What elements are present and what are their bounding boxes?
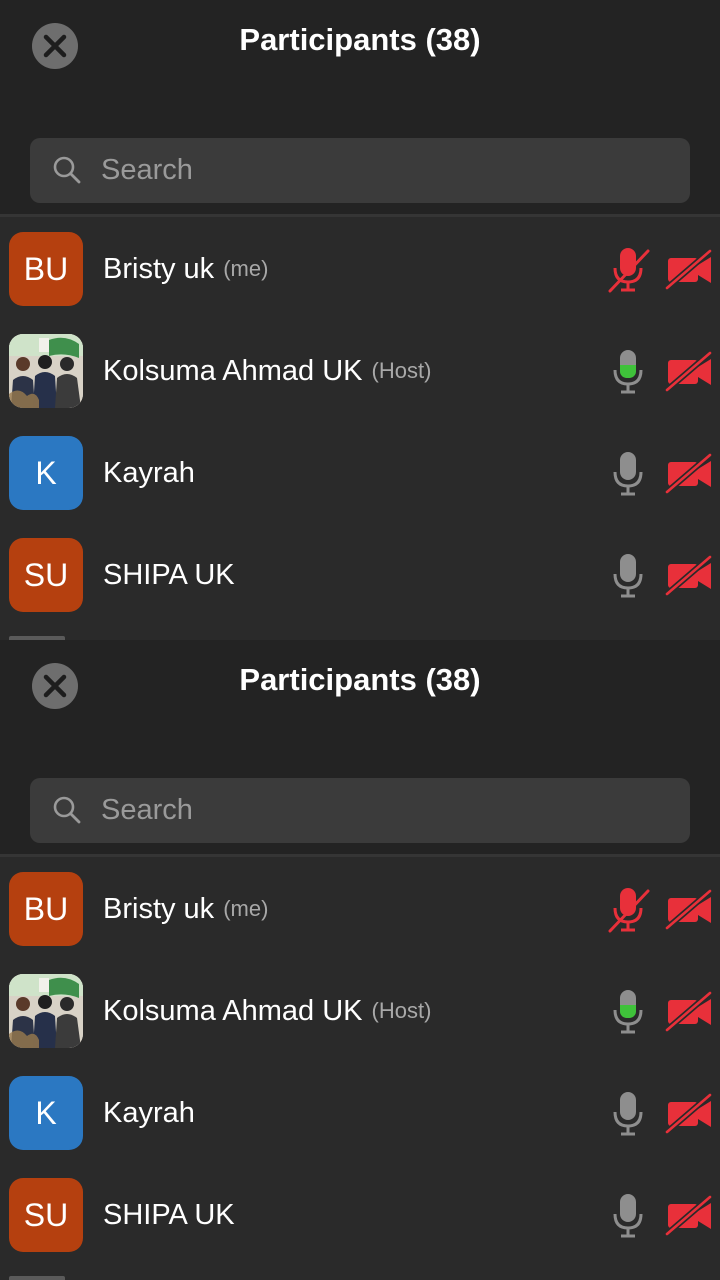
participant-row[interactable]: Kolsuma Ahmad UK (Host)	[0, 960, 720, 1062]
participant-row[interactable]: K Kayrah	[0, 422, 720, 524]
participant-role-tag: (me)	[223, 896, 269, 921]
search-bar[interactable]	[30, 138, 690, 203]
avatar	[9, 974, 83, 1048]
avatar: K	[9, 1076, 83, 1150]
participant-name-group: Kayrah	[103, 1062, 195, 1164]
participant-name-group: Kolsuma Ahmad UK (Host)	[103, 320, 431, 422]
avatar-initials: K	[35, 454, 57, 491]
camera-off-icon[interactable]	[664, 990, 714, 1032]
participants-panel: Participants (38) BU Bristy uk (me) Kolsuma…	[0, 0, 720, 640]
avatar-initials: BU	[23, 890, 69, 927]
participant-name: Kayrah	[103, 456, 195, 489]
mic-muted-icon[interactable]	[606, 885, 650, 933]
camera-off-icon[interactable]	[664, 248, 714, 290]
participant-role-tag: (Host)	[371, 358, 432, 383]
mic-icon[interactable]	[606, 449, 650, 497]
avatar	[9, 334, 83, 408]
search-icon	[53, 156, 81, 184]
participant-name: Kolsuma Ahmad UK	[103, 994, 363, 1027]
mic-icon[interactable]	[606, 987, 650, 1035]
avatar: BU	[9, 872, 83, 946]
next-avatar-peek	[9, 1276, 65, 1280]
avatar-photo	[9, 334, 83, 408]
participant-list: BU Bristy uk (me) Kolsuma Ahmad UK (Host) K Ka…	[0, 218, 720, 626]
participant-name-group: SHIPA UK	[103, 524, 235, 626]
participant-row[interactable]: Kolsuma Ahmad UK (Host)	[0, 320, 720, 422]
participant-name-group: Bristy uk (me)	[103, 858, 268, 960]
mic-icon[interactable]	[606, 1191, 650, 1239]
search-input[interactable]	[101, 778, 661, 843]
camera-off-icon[interactable]	[664, 452, 714, 494]
mic-icon[interactable]	[606, 1089, 650, 1137]
participant-role-tag: (Host)	[371, 998, 432, 1023]
participant-row[interactable]: SU SHIPA UK	[0, 1164, 720, 1266]
avatar-initials: K	[35, 1094, 57, 1131]
panel-header: Participants (38)	[0, 0, 720, 216]
panel-header: Participants (38)	[0, 640, 720, 856]
mic-icon[interactable]	[606, 551, 650, 599]
page-title: Participants (38)	[239, 662, 481, 697]
participant-row[interactable]: BU Bristy uk (me)	[0, 858, 720, 960]
mic-muted-icon[interactable]	[606, 245, 650, 293]
participant-row[interactable]: K Kayrah	[0, 1062, 720, 1164]
mic-icon[interactable]	[606, 347, 650, 395]
participant-name: SHIPA UK	[103, 558, 235, 591]
participant-name: Kolsuma Ahmad UK	[103, 354, 363, 387]
avatar: SU	[9, 1178, 83, 1252]
camera-off-icon[interactable]	[664, 1194, 714, 1236]
participant-name-group: Bristy uk (me)	[103, 218, 268, 320]
participant-name: Bristy uk	[103, 252, 215, 285]
avatar-initials: SU	[23, 556, 69, 593]
search-icon	[53, 796, 81, 824]
camera-off-icon[interactable]	[664, 350, 714, 392]
app-root: Participants (38) BU Bristy uk (me) Kolsuma…	[0, 0, 720, 1280]
divider	[0, 854, 720, 857]
avatar: BU	[9, 232, 83, 306]
participant-row[interactable]: BU Bristy uk (me)	[0, 218, 720, 320]
avatar-initials: SU	[23, 1196, 69, 1233]
camera-off-icon[interactable]	[664, 554, 714, 596]
avatar-initials: BU	[23, 250, 69, 287]
search-input[interactable]	[101, 138, 661, 203]
avatar: K	[9, 436, 83, 510]
participant-row[interactable]: SU SHIPA UK	[0, 524, 720, 626]
participant-name-group: Kolsuma Ahmad UK (Host)	[103, 960, 431, 1062]
participant-name: Bristy uk	[103, 892, 215, 925]
participant-name-group: SHIPA UK	[103, 1164, 235, 1266]
participant-list: BU Bristy uk (me) Kolsuma Ahmad UK (Host) K Ka…	[0, 858, 720, 1266]
search-bar[interactable]	[30, 778, 690, 843]
participant-name: SHIPA UK	[103, 1198, 235, 1231]
participant-name-group: Kayrah	[103, 422, 195, 524]
participant-role-tag: (me)	[223, 256, 269, 281]
participant-name: Kayrah	[103, 1096, 195, 1129]
divider	[0, 214, 720, 217]
participants-panel: Participants (38) BU Bristy uk (me) Kolsuma…	[0, 640, 720, 1280]
page-title: Participants (38)	[239, 22, 481, 57]
camera-off-icon[interactable]	[664, 888, 714, 930]
camera-off-icon[interactable]	[664, 1092, 714, 1134]
avatar: SU	[9, 538, 83, 612]
avatar-photo	[9, 974, 83, 1048]
